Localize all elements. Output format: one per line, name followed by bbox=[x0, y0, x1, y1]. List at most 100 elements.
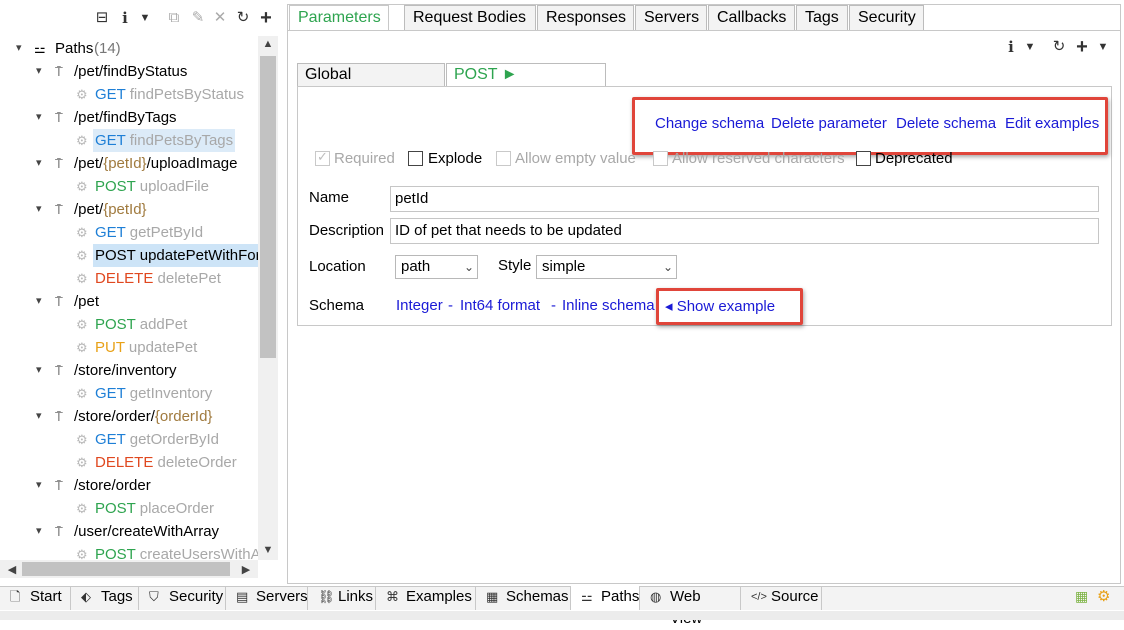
refresh-icon[interactable]: ↻ bbox=[1050, 37, 1068, 57]
tree-operation-node[interactable]: ⚙ GET getPetById bbox=[0, 221, 258, 244]
chevron-down-icon[interactable]: ▾ bbox=[36, 198, 46, 221]
schema-format-link[interactable]: Int64 format bbox=[460, 297, 540, 314]
chevron-down-icon[interactable]: ▾ bbox=[36, 152, 46, 175]
info-icon[interactable]: i bbox=[1004, 37, 1018, 57]
examples-icon: ⌘ bbox=[386, 589, 399, 604]
tree-path-label: /pet/{petId} bbox=[74, 198, 147, 221]
location-select[interactable]: path ⌄ bbox=[395, 255, 478, 279]
scroll-left-icon[interactable]: ◀ bbox=[4, 563, 20, 576]
allow-reserved-checkbox[interactable] bbox=[653, 151, 668, 166]
tree-operation-label: POST uploadFile bbox=[95, 175, 209, 198]
tree-path-node[interactable]: ▾ ⍑ /store/order/{orderId} bbox=[0, 405, 258, 428]
chevron-down-icon[interactable]: ▼ bbox=[1023, 37, 1037, 57]
tree-operation-label: PUT updatePet bbox=[95, 336, 197, 359]
chevron-down-icon[interactable]: ▾ bbox=[36, 359, 46, 382]
tree-vertical-scroll-thumb[interactable] bbox=[260, 56, 276, 358]
tree-root-paths[interactable]: ▾ ⚍ Paths (14) bbox=[0, 37, 258, 60]
tree-operation-node[interactable]: ⚙ POST uploadFile bbox=[0, 175, 258, 198]
bottom-tab-servers[interactable]: ▤ Servers bbox=[226, 586, 308, 610]
chevron-down-icon[interactable]: ▾ bbox=[36, 290, 46, 313]
tree-operation-node[interactable]: ⚙ GET findPetsByStatus bbox=[0, 83, 258, 106]
edit-icon[interactable]: ✎ bbox=[190, 8, 206, 28]
schema-type-link[interactable]: Integer bbox=[396, 297, 443, 314]
bottom-tab-label: Paths bbox=[601, 588, 640, 605]
tree-path-label: /user/createWithArray bbox=[74, 520, 219, 543]
tab-callbacks[interactable]: Callbacks bbox=[708, 5, 795, 30]
chevron-down-icon[interactable]: ▾ bbox=[36, 520, 46, 543]
paths-tree: ▾ ⚍ Paths (14) ▾ ⍑ /pet/findByStatus ⚙ GET f… bbox=[0, 36, 258, 560]
bottom-tab-schemas[interactable]: ▦ Schemas bbox=[476, 586, 571, 610]
chevron-down-icon[interactable]: ▾ bbox=[36, 405, 46, 428]
bottom-tab-tags[interactable]: ⬖ Tags bbox=[71, 586, 139, 610]
path-segment: /pet bbox=[74, 293, 100, 310]
tree-path-node[interactable]: ▾ ⍑ /store/inventory bbox=[0, 359, 258, 382]
http-method: GET bbox=[95, 431, 126, 448]
tab-tags[interactable]: Tags bbox=[796, 5, 848, 30]
delete-icon[interactable]: ✕ bbox=[212, 8, 228, 28]
tree-path-node[interactable]: ▾ ⍑ /user/createWithArray bbox=[0, 520, 258, 543]
operation-id: updatePetWithForm bbox=[139, 247, 258, 264]
bottom-tab-security[interactable]: ⛉ Security bbox=[139, 586, 226, 610]
tree-operation-node[interactable]: ⚙ POST placeOrder bbox=[0, 497, 258, 520]
bottom-tab-web-view[interactable]: ◍ Web View bbox=[640, 586, 741, 627]
tab-global-parameters[interactable]: Global Parameters bbox=[297, 63, 445, 105]
plus-icon[interactable]: + bbox=[256, 8, 276, 28]
tab-operation-parameter[interactable]: POST ► /pet/{petId} bbox=[446, 63, 606, 105]
tree-operation-node[interactable]: ⚙ GET getInventory bbox=[0, 382, 258, 405]
info-icon[interactable]: i bbox=[118, 8, 132, 28]
scroll-down-icon[interactable]: ▼ bbox=[260, 544, 276, 556]
chevron-down-icon[interactable]: ▾ bbox=[36, 474, 46, 497]
tree-operation-label: POST updatePetWithForm bbox=[93, 244, 258, 267]
tree-horizontal-scroll-thumb[interactable] bbox=[22, 562, 230, 576]
bottom-tab-start[interactable]: 🗋 Start bbox=[0, 586, 71, 610]
refresh-icon[interactable]: ↻ bbox=[234, 8, 252, 28]
bottom-tab-examples[interactable]: ⌘ Examples bbox=[376, 586, 476, 610]
tree-operation-node[interactable]: ⚙ POST updatePetWithForm bbox=[0, 244, 258, 267]
plus-icon[interactable]: + bbox=[1073, 37, 1091, 57]
tree-path-node[interactable]: ▾ ⍑ /store/order bbox=[0, 474, 258, 497]
tab-request-bodies[interactable]: Request Bodies bbox=[404, 5, 536, 30]
grid-icon[interactable]: ▦ bbox=[1075, 588, 1088, 605]
tree-operation-node[interactable]: ⚙ DELETE deleteOrder bbox=[0, 451, 258, 474]
tree-path-node[interactable]: ▾ ⍑ /pet bbox=[0, 290, 258, 313]
tree-operation-node[interactable]: ⚙ POST addPet bbox=[0, 313, 258, 336]
tree-operation-node[interactable]: ⚙ POST createUsersWithArrayInput bbox=[0, 543, 258, 560]
tab-responses[interactable]: Responses bbox=[537, 5, 634, 30]
tab-parameters[interactable]: Parameters bbox=[289, 5, 389, 30]
tree-operation-node[interactable]: ⚙ PUT updatePet bbox=[0, 336, 258, 359]
bottom-tab-source[interactable]: </> Source bbox=[741, 586, 822, 610]
tree-operation-node[interactable]: ⚙ DELETE deletePet bbox=[0, 267, 258, 290]
chevron-down-icon[interactable]: ▾ bbox=[36, 106, 46, 129]
tree-path-node[interactable]: ▾ ⍑ /pet/findByTags bbox=[0, 106, 258, 129]
code-icon: </> bbox=[751, 591, 767, 603]
tree-operation-node[interactable]: ⚙ GET findPetsByTags bbox=[0, 129, 258, 152]
bottom-tab-label: Tags bbox=[101, 588, 133, 605]
tree-operation-node[interactable]: ⚙ GET getOrderById bbox=[0, 428, 258, 451]
bottom-tab-paths[interactable]: ⚍ Paths bbox=[571, 586, 640, 610]
tab-security[interactable]: Security bbox=[849, 5, 924, 30]
copy-icon[interactable]: ⧉ bbox=[166, 8, 182, 28]
collapse-icon[interactable]: ⊟ bbox=[94, 8, 110, 28]
explode-label: Explode bbox=[428, 150, 483, 167]
tab-servers[interactable]: Servers bbox=[635, 5, 707, 30]
tree-path-node[interactable]: ▾ ⍑ /pet/findByStatus bbox=[0, 60, 258, 83]
explode-checkbox[interactable] bbox=[408, 151, 423, 166]
allow-empty-value-checkbox[interactable] bbox=[496, 151, 511, 166]
chevron-down-icon[interactable]: ▾ bbox=[36, 60, 46, 83]
name-field[interactable]: petId bbox=[390, 186, 1099, 212]
http-method: POST bbox=[95, 247, 136, 264]
chevron-down-icon[interactable]: ▼ bbox=[1096, 37, 1110, 57]
required-checkbox[interactable]: ✓ bbox=[315, 149, 330, 166]
scroll-up-icon[interactable]: ▲ bbox=[260, 38, 276, 50]
chevron-down-icon[interactable]: ▼ bbox=[138, 8, 152, 28]
description-field[interactable]: ID of pet that needs to be updated bbox=[390, 218, 1099, 244]
scroll-right-icon[interactable]: ▶ bbox=[238, 563, 254, 576]
gear-icon[interactable]: ⚙ bbox=[1097, 587, 1110, 605]
bottom-tab-links[interactable]: ⛓ Links bbox=[308, 586, 376, 610]
inline-schema-link[interactable]: Inline schema bbox=[562, 297, 655, 314]
style-select[interactable]: simple ⌄ bbox=[536, 255, 677, 279]
chevron-down-icon[interactable]: ▾ bbox=[16, 37, 26, 60]
tree-path-node[interactable]: ▾ ⍑ /pet/{petId} bbox=[0, 198, 258, 221]
tree-path-node[interactable]: ▾ ⍑ /pet/{petId}/uploadImage bbox=[0, 152, 258, 175]
deprecated-checkbox[interactable] bbox=[856, 151, 871, 166]
